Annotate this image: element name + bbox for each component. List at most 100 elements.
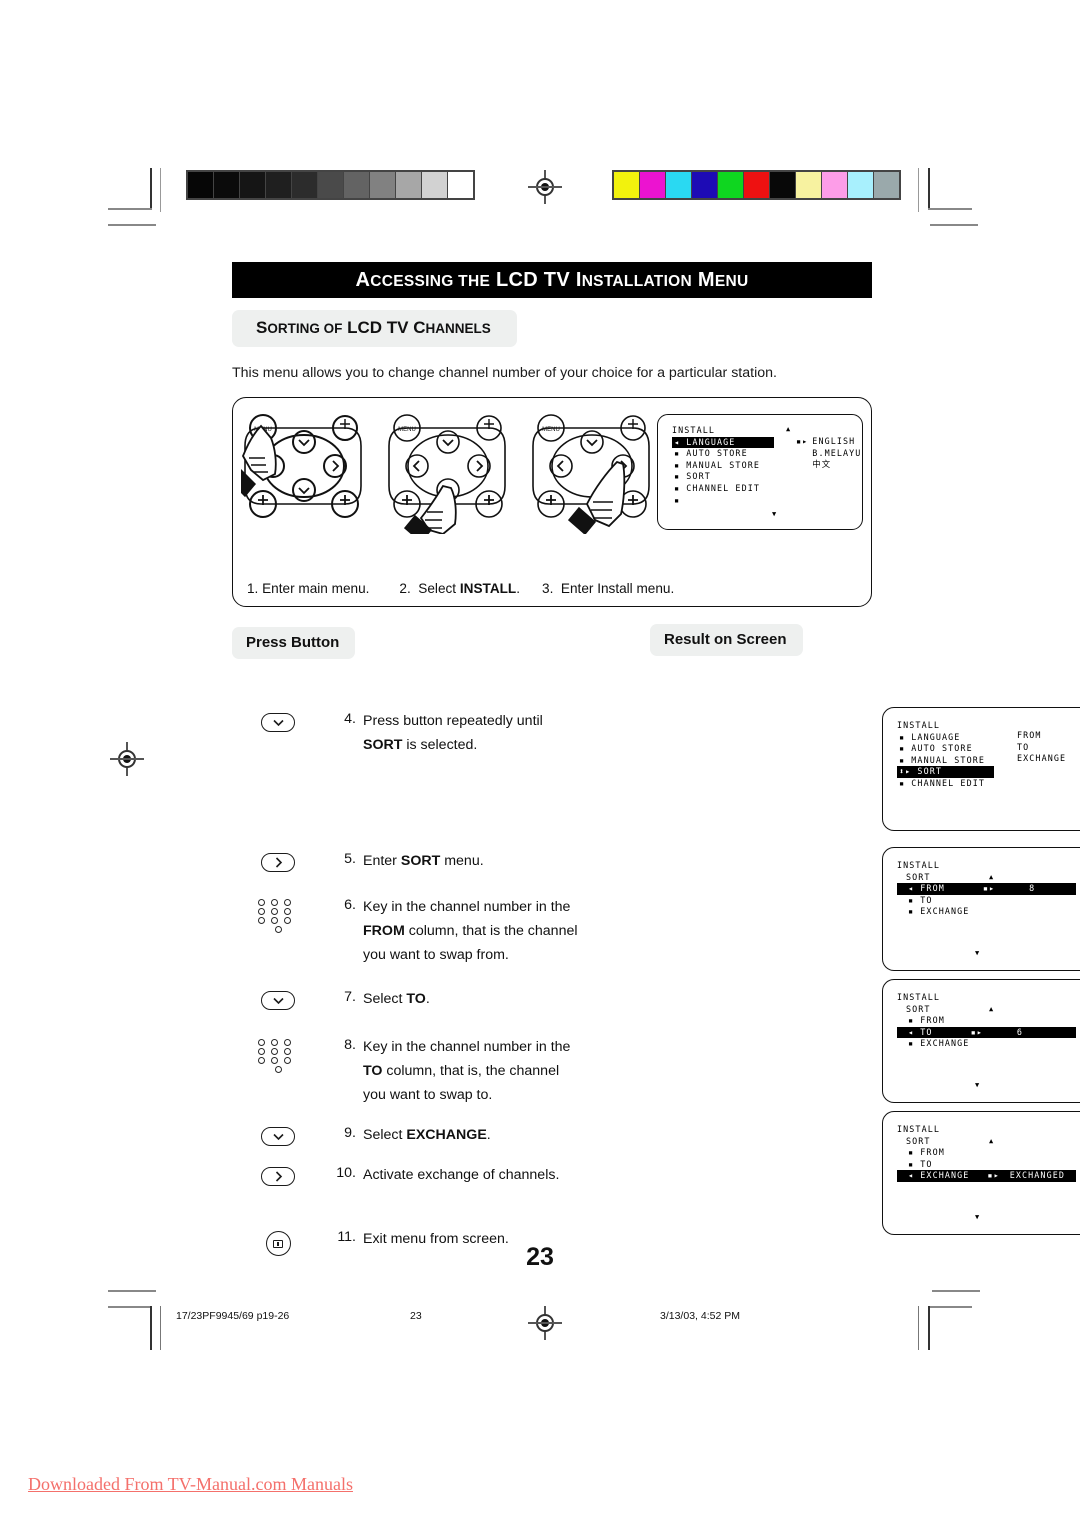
osd-subheader: SORT ▲ xyxy=(906,1003,995,1014)
step-line: Key in the channel number in the xyxy=(363,899,571,915)
osd-item[interactable]: ▪ TO xyxy=(897,1159,1080,1171)
color-swatch xyxy=(796,172,821,198)
remote-illustration-3: MENU xyxy=(529,412,667,534)
step-row: 5. Enter SORT menu. xyxy=(232,851,484,872)
osd-item[interactable]: ▪ SORT xyxy=(672,471,862,483)
osd-item[interactable]: ▪ xyxy=(672,495,862,507)
step-text: Press button repeatedly until SORT is sel… xyxy=(363,711,543,756)
step-button-cell xyxy=(232,1037,324,1075)
step-text: Key in the channel number in the TO colum… xyxy=(363,1037,570,1106)
osd-item[interactable]: ▪ CHANNEL EDIT xyxy=(672,483,862,495)
osd-screen: INSTALL SORT ▲ ▪ FROM ▪ TO ◂ EXCHANGE ▪▸ EXCHAN… xyxy=(883,1112,1080,1234)
right-arrow-key-icon[interactable] xyxy=(261,853,295,872)
osd-item[interactable]: ◂ TO ▪▸ 6 xyxy=(897,1026,1080,1039)
down-arrow-key-icon[interactable] xyxy=(261,1127,295,1146)
content-column: ACCESSING THE LCD TV INSTALLATION MENU S… xyxy=(232,262,1080,1281)
osd-subheader: SORT ▲ xyxy=(906,871,995,882)
color-swatch xyxy=(848,172,873,198)
footer-job-id: 17/23PF9945/69 p19-26 xyxy=(176,1310,290,1322)
step-number: 6. xyxy=(344,897,356,913)
step-text: Key in the channel number in the FROM col… xyxy=(363,897,578,966)
grayscale-swatch xyxy=(344,172,369,198)
grayscale-swatch xyxy=(266,172,291,198)
svg-text:MENU: MENU xyxy=(542,427,560,433)
color-calibration-strip xyxy=(612,170,901,200)
download-banner-link[interactable]: Downloaded From TV-Manual.com Manuals xyxy=(28,1474,353,1495)
step-button-cell xyxy=(232,897,324,935)
step-text: Select TO. xyxy=(363,989,430,1010)
step-line: Press button repeatedly until xyxy=(363,713,543,729)
result-screen: INSTALL SORT ▲ ▪ FROM ▪ TO ◂ EXCHANGE ▪▸ EXCHAN… xyxy=(882,1111,1080,1235)
page-title: ACCESSING THE LCD TV INSTALLATION MENU xyxy=(232,262,872,298)
step-line: SORT is selected. xyxy=(363,737,478,753)
step-row: 9. Select EXCHANGE. xyxy=(232,1125,491,1146)
crop-mark-top-right xyxy=(928,168,980,226)
right-arrow-key-icon[interactable] xyxy=(261,1167,295,1186)
caption-step-1: 1. Enter main menu. xyxy=(247,581,370,596)
grayscale-swatch xyxy=(370,172,395,198)
step-text: Select EXCHANGE. xyxy=(363,1125,491,1146)
step-row: 10. Activate exchange of channels. xyxy=(232,1165,559,1186)
osd-scroll-down-arrow: ▼ xyxy=(975,1081,981,1090)
registration-mark-top-center xyxy=(528,170,562,204)
color-swatch xyxy=(744,172,769,198)
remote-illustrations: MENU MENU xyxy=(241,412,667,534)
caption-step-2: 2. Select INSTALL. xyxy=(399,581,521,596)
step-line: Select EXCHANGE. xyxy=(363,1127,491,1143)
osd-item[interactable]: ▪ CHANNEL EDIT xyxy=(897,778,1080,790)
step-line: Enter SORT menu. xyxy=(363,853,484,869)
color-swatch xyxy=(614,172,639,198)
step-line: Key in the channel number in the xyxy=(363,1039,571,1055)
step-number: 7. xyxy=(344,989,356,1005)
color-swatch xyxy=(666,172,691,198)
color-swatch xyxy=(770,172,795,198)
press-button-header: Press Button xyxy=(232,627,356,659)
numeric-keypad-icon[interactable] xyxy=(258,1039,298,1075)
osd-value: EXCHANGE xyxy=(1017,753,1067,764)
osd-item[interactable]: ▪ FROM xyxy=(897,1147,1080,1159)
color-swatch xyxy=(640,172,665,198)
step-number: 4. xyxy=(344,711,356,727)
osd-header: INSTALL ▲ xyxy=(672,425,792,435)
step-line: Select TO. xyxy=(363,991,430,1007)
grayscale-swatch xyxy=(448,172,473,198)
osd-item[interactable]: ▪ FROM xyxy=(897,1015,1080,1027)
step-line: you want to swap from. xyxy=(363,947,509,963)
osd-value: ▪▸ ENGLISH xyxy=(796,436,856,446)
osd-item[interactable]: ▪ EXCHANGE xyxy=(897,1038,1080,1050)
grayscale-swatch xyxy=(318,172,343,198)
osd-item[interactable]: ◂ FROM ▪▸ 8 xyxy=(897,883,1080,895)
footer-page: 23 xyxy=(410,1310,422,1322)
overview-osd-screen: INSTALL ▲ ◂ LANGUAGE ▪ AUTO STORE ▪ MANUAL S… xyxy=(657,414,863,530)
step-line: you want to swap to. xyxy=(363,1087,493,1103)
color-swatch xyxy=(822,172,847,198)
osd-item[interactable]: ◂ EXCHANGE ▪▸ EXCHANGED xyxy=(897,1170,1080,1182)
result-screen: INSTALL ▪ LANGUAGE ▪ AUTO STORE ▪ MANUAL ST… xyxy=(882,707,1080,831)
intro-paragraph: This menu allows you to change channel n… xyxy=(232,365,777,381)
step-button-cell xyxy=(232,989,324,1010)
color-swatch xyxy=(692,172,717,198)
osd-screen: INSTALL SORT ▲ ▪ FROM ◂ TO ▪▸ 6 ▪ EXCHANGE ▼ xyxy=(883,980,1080,1102)
grayscale-swatch xyxy=(422,172,447,198)
column-headers: Press Button Result on Screen xyxy=(232,624,872,661)
down-arrow-key-icon[interactable] xyxy=(261,991,295,1010)
result-on-screen-header: Result on Screen xyxy=(650,624,803,656)
step-line: TO column, that is, the channel xyxy=(363,1063,560,1079)
osd-item[interactable]: ▪ EXCHANGE xyxy=(897,906,1080,918)
remote-illustration-1: MENU xyxy=(241,412,379,534)
numeric-keypad-icon[interactable] xyxy=(258,899,298,935)
osd-item[interactable]: ⬍▸ SORT xyxy=(897,766,1080,778)
step-line: FROM column, that is the channel xyxy=(363,923,578,939)
step-number: 5. xyxy=(344,851,356,867)
step-number: 9. xyxy=(344,1125,356,1141)
step-number: 10. xyxy=(336,1165,356,1181)
crop-hairline-right xyxy=(918,168,920,212)
down-arrow-key-icon[interactable] xyxy=(261,713,295,732)
osd-value: B.MELAYU xyxy=(812,447,862,458)
procedure-steps: 4. Press button repeatedly until SORT is s… xyxy=(232,669,1080,1281)
step-row: 8. Key in the channel number in the TO col… xyxy=(232,1037,570,1106)
osd-item[interactable]: ▪ TO xyxy=(897,895,1080,907)
osd-screen: INSTALL SORT ▲ ◂ FROM ▪▸ 8 ▪ TO ▪ EXCHANGE ▼ xyxy=(883,848,1080,970)
osd-value-list: ▪▸ ENGLISH B.MELAYU 中文 xyxy=(796,436,861,471)
result-screen: INSTALL SORT ▲ ▪ FROM ◂ TO ▪▸ 6 ▪ EXCHANGE ▼ xyxy=(882,979,1080,1103)
